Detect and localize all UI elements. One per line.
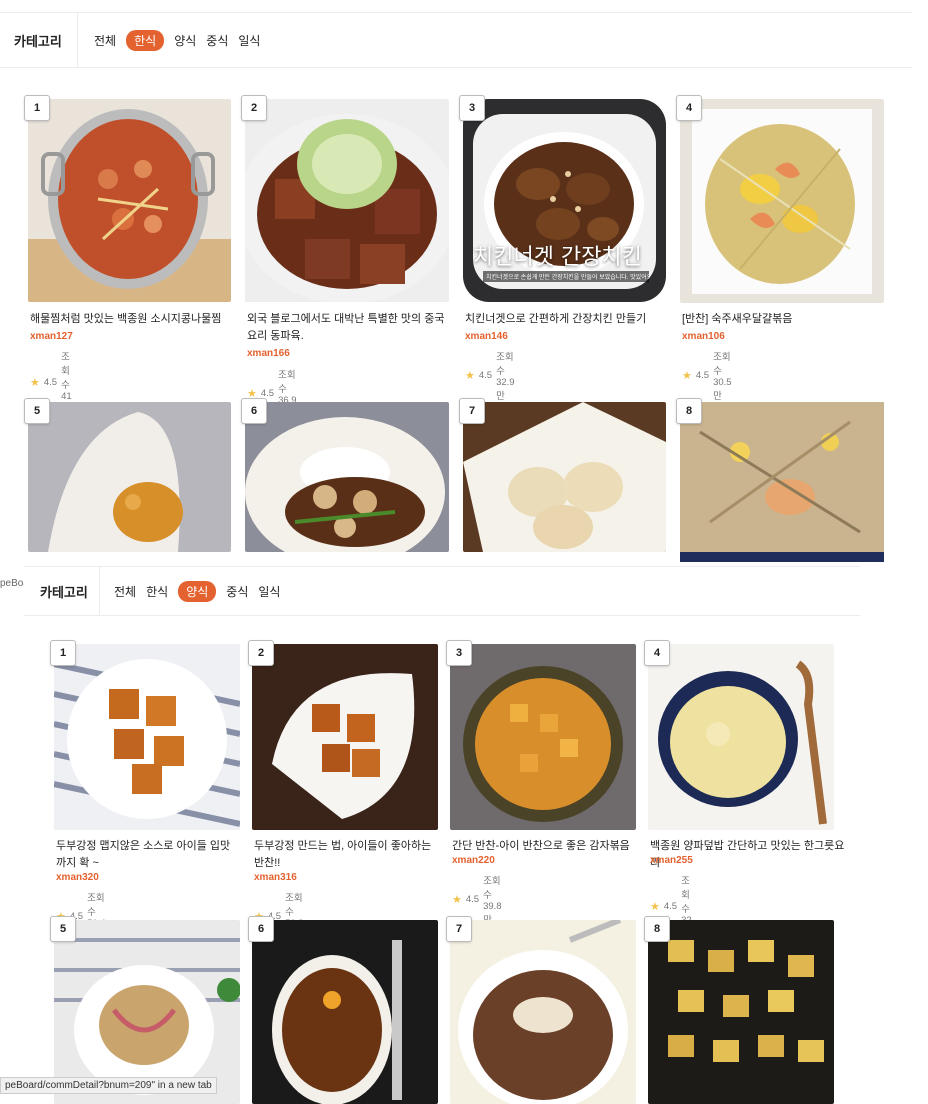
rank-badge: 1 [50, 640, 76, 666]
rank-badge: 4 [644, 640, 670, 666]
recipe-thumbnail[interactable] [54, 644, 240, 830]
rank-badge: 5 [50, 916, 76, 942]
rating: 4.5 [663, 901, 678, 912]
recipe-thumbnail[interactable] [252, 644, 438, 830]
tab-western[interactable]: 양식 [178, 580, 217, 602]
recipe-thumbnail[interactable] [28, 402, 231, 552]
recipe-author[interactable]: xman166 [247, 348, 290, 359]
tab-japanese[interactable]: 일식 [258, 581, 280, 602]
recipe-meta: ★ 4.5 조회수 32.9만 [465, 349, 515, 402]
recipe-thumbnail[interactable] [463, 402, 666, 552]
star-icon: ★ [452, 894, 462, 906]
rating: 4.5 [478, 370, 493, 381]
recipe-meta: ★ 4.5 조회수 30.5만 [682, 349, 732, 402]
star-icon: ★ [682, 370, 692, 382]
recipe-title[interactable]: 해물찜처럼 맛있는 백종원 소시지콩나물찜 [30, 311, 230, 328]
recipe-title[interactable]: 간단 반찬-아이 반찬으로 좋은 감자볶음 [452, 838, 642, 855]
recipe-thumbnail[interactable]: 치킨너겟 간장치킨 치킨너겟으로 손쉽게 만든 간장치킨을 만들어 보았습니다.… [463, 99, 666, 302]
tab-korean[interactable]: 한식 [126, 29, 165, 51]
rating: 4.5 [43, 377, 58, 388]
recipe-thumbnail[interactable] [252, 920, 438, 1104]
recipe-thumbnail[interactable] [648, 920, 834, 1104]
star-icon: ★ [465, 370, 475, 382]
category-panel-korean: 카테고리 전체 한식 양식 중식 일식 1 해물찜처럼 맛있는 백종원 소시지콩… [0, 0, 928, 600]
view-count: 조회수 32.9만 [496, 352, 515, 402]
recipe-thumbnail[interactable] [245, 402, 449, 552]
tab-western[interactable]: 양식 [174, 30, 196, 51]
tab-chinese[interactable]: 중식 [226, 581, 248, 602]
rank-badge: 8 [644, 916, 670, 942]
recipe-author[interactable]: xman127 [30, 331, 73, 342]
rank-badge: 5 [24, 398, 50, 424]
view-count: 조회수 30.5만 [713, 352, 732, 402]
recipe-thumbnail[interactable] [450, 920, 636, 1104]
rank-badge: 4 [676, 95, 702, 121]
rank-badge: 3 [446, 640, 472, 666]
tab-chinese[interactable]: 중식 [206, 30, 228, 51]
rank-badge: 7 [446, 916, 472, 942]
rank-badge: 6 [248, 916, 274, 942]
recipe-title[interactable]: 치킨너겟으로 간편하게 간장치킨 만들기 [465, 311, 670, 328]
tab-korean[interactable]: 한식 [146, 581, 168, 602]
category-title: 카테고리 [0, 13, 78, 67]
recipe-title[interactable]: [반찬] 숙주새우달걀볶음 [682, 311, 882, 328]
tab-all[interactable]: 전체 [94, 30, 116, 51]
recipe-title[interactable]: 외국 블로그에서도 대박난 특별한 맛의 중국요리 동파육. [247, 311, 447, 345]
star-icon: ★ [30, 377, 40, 389]
category-tabs: 전체 한식 양식 중식 일식 [94, 29, 260, 51]
tab-japanese[interactable]: 일식 [238, 30, 260, 51]
recipe-thumbnail[interactable] [28, 99, 231, 302]
thumbnail-overlay-subtitle: 치킨너겟으로 손쉽게 만든 간장치킨을 만들어 보았습니다. 맛있어요! [483, 271, 649, 282]
recipe-thumbnail[interactable] [245, 99, 449, 302]
rank-badge: 1 [24, 95, 50, 121]
recipe-title[interactable]: 두부강정 맵지않은 소스로 아이들 입맛까지 확 ~ [56, 838, 236, 872]
rank-badge: 2 [248, 640, 274, 666]
recipe-author[interactable]: xman106 [682, 331, 725, 342]
star-icon: ★ [650, 901, 660, 913]
rank-badge: 3 [459, 95, 485, 121]
rating: 4.5 [465, 894, 480, 905]
recipe-thumbnail[interactable] [648, 644, 834, 830]
recipe-author[interactable]: xman316 [254, 872, 297, 883]
category-tabs: 전체 한식 양식 중식 일식 [114, 580, 280, 602]
category-panel-western: 카테고리 전체 한식 양식 중식 일식 1 두부강정 맵지않은 소스로 아이들 … [24, 562, 928, 1104]
rank-badge: 7 [459, 398, 485, 424]
thumbnail-overlay-caption: 치킨너겟 간장치킨 [473, 245, 642, 270]
recipe-author[interactable]: xman255 [650, 855, 693, 866]
category-title: 카테고리 [24, 567, 100, 615]
status-bar-link: peBoard/commDetail?bnum=209" in a new ta… [0, 1077, 217, 1094]
recipe-thumbnail[interactable] [680, 99, 884, 303]
recipe-author[interactable]: xman220 [452, 855, 495, 866]
recipe-author[interactable]: xman146 [465, 331, 508, 342]
rank-badge: 2 [241, 95, 267, 121]
category-bar: 카테고리 전체 한식 양식 중식 일식 [0, 12, 912, 68]
rank-badge: 6 [241, 398, 267, 424]
recipe-title[interactable]: 두부강정 만드는 법, 아이들이 좋아하는 반찬!! [254, 838, 434, 872]
view-count: 조회수 39.8만 [483, 876, 502, 926]
category-bar: 카테고리 전체 한식 양식 중식 일식 [24, 566, 860, 616]
rank-badge: 8 [676, 398, 702, 424]
recipe-thumbnail[interactable] [450, 644, 636, 830]
tab-all[interactable]: 전체 [114, 581, 136, 602]
rating: 4.5 [695, 370, 710, 381]
recipe-author[interactable]: xman320 [56, 872, 99, 883]
